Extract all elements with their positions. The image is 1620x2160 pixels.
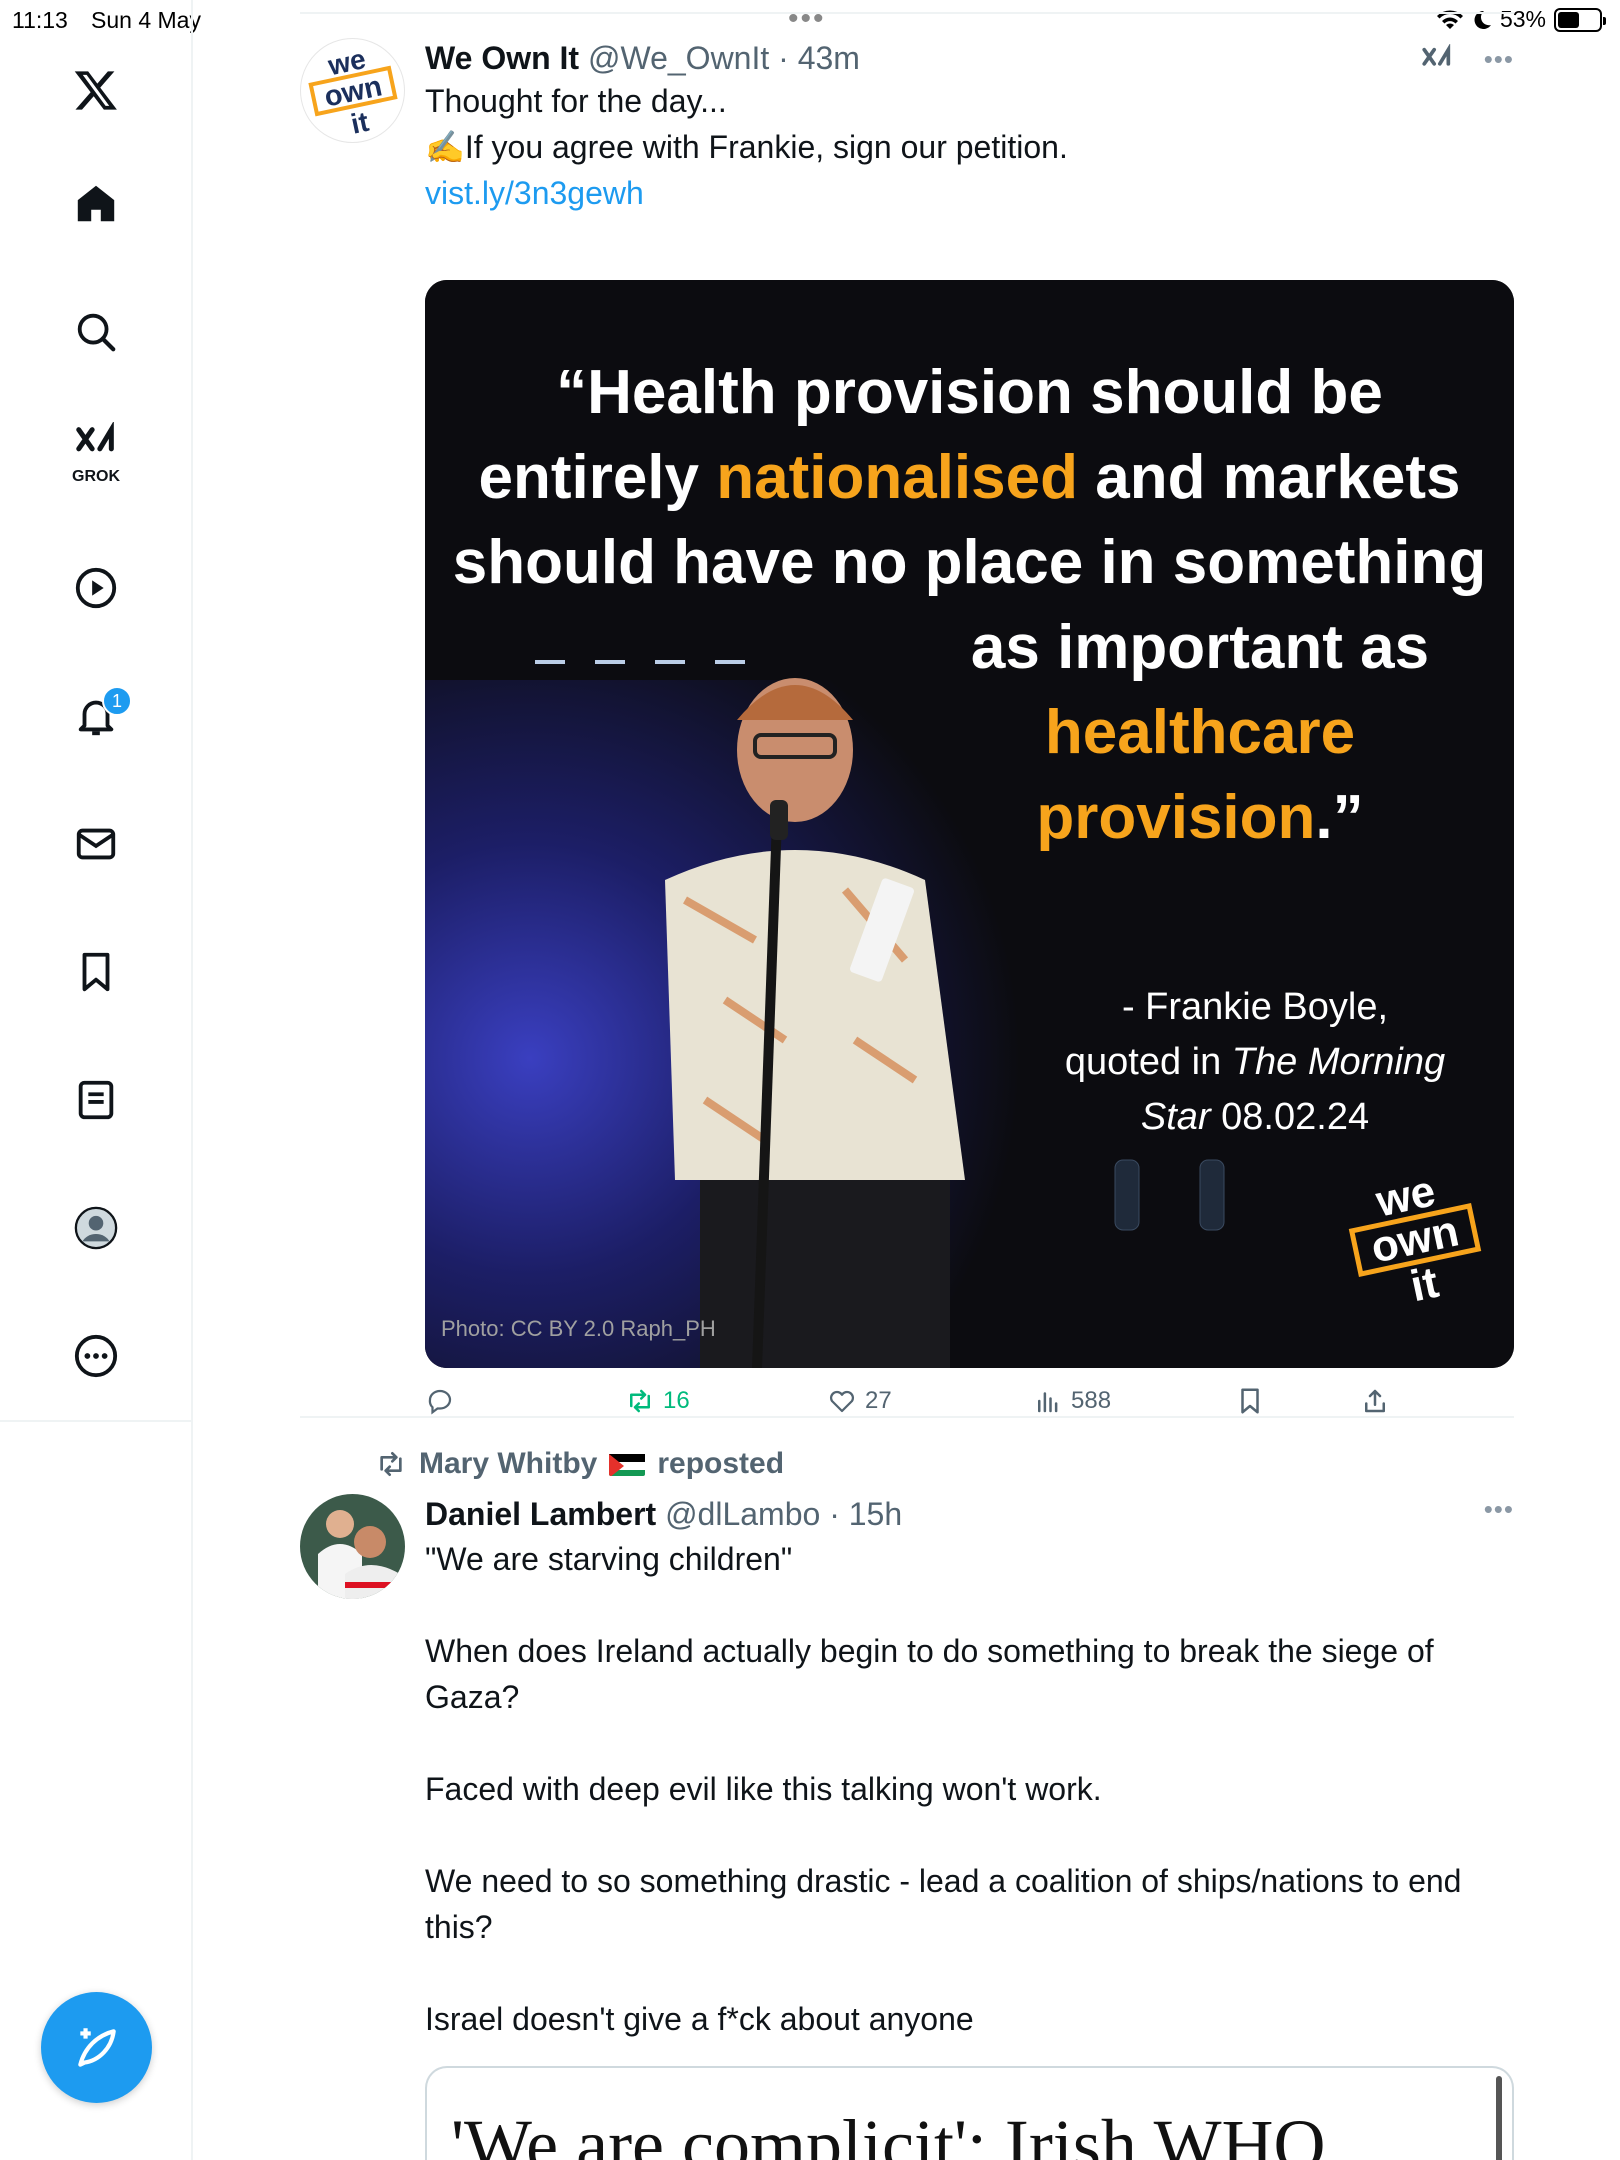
avatar[interactable] — [300, 1494, 405, 1599]
sidebar-divider — [0, 1420, 193, 1422]
search-icon — [77, 313, 116, 352]
svg-text:it: it — [1406, 1258, 1443, 1312]
tweet-actions: 16 27 588 — [425, 1386, 1514, 1426]
sidebar-item-bookmarks[interactable] — [66, 942, 126, 1002]
we-own-it-logo: we own it — [1348, 1166, 1482, 1312]
grok-icon[interactable] — [1420, 43, 1454, 78]
home-icon — [77, 185, 115, 222]
grok-label: GROK — [72, 468, 120, 485]
battery-fill — [1558, 11, 1580, 28]
tweet-header: Daniel Lambert @dlLambo · 15h — [425, 1494, 1514, 1534]
quote-line: as important as — [970, 613, 1430, 682]
feed-top-divider — [300, 12, 1514, 14]
status-bar: 11:13 Sun 4 May ••• 53% — [0, 0, 1620, 40]
grok-icon — [76, 422, 114, 452]
quote-line: provision.” — [1036, 783, 1364, 852]
quote-line: entirely nationalised and markets — [478, 443, 1461, 512]
repost-icon — [380, 1452, 402, 1476]
like-button[interactable]: 27 — [827, 1386, 892, 1416]
views-button[interactable]: 588 — [1033, 1386, 1111, 1416]
repost-button[interactable]: 16 — [625, 1386, 690, 1416]
heart-icon — [829, 1390, 855, 1413]
palestine-flag-icon — [609, 1452, 646, 1476]
avatar-icon — [74, 1206, 118, 1250]
link-preview-card[interactable]: 'We are complicit': Irish WHO — [425, 2066, 1514, 2160]
list-icon — [78, 1080, 114, 1120]
tweet-header: We Own It @We_OwnIt · 43m — [425, 38, 1514, 78]
quote-line: “Health provision should be — [556, 358, 1383, 427]
reply-button[interactable] — [425, 1386, 455, 1416]
separator: · — [778, 40, 789, 76]
tweet-paragraph: Faced with deep evil like this talking w… — [425, 1771, 1102, 1807]
link-preview-headline: 'We are complicit': Irish WHO — [451, 2105, 1326, 2160]
quote-line: should have no place in something — [452, 528, 1487, 597]
sidebar-item-explore[interactable] — [66, 302, 126, 362]
multitasking-dots[interactable]: ••• — [788, 4, 826, 34]
tweet-image[interactable]: “Health provision should be entirely nat… — [425, 280, 1514, 1368]
tweet-more-button[interactable]: ••• — [1420, 43, 1514, 78]
sidebar-item-profile[interactable] — [66, 1198, 126, 1258]
compose-button[interactable] — [41, 1992, 152, 2103]
sidebar-item-video[interactable] — [66, 558, 126, 618]
x-logo-icon[interactable] — [66, 60, 126, 120]
repost-indicator[interactable]: Mary Whitby reposted — [375, 1447, 784, 1481]
avatar[interactable]: we own it — [300, 38, 405, 143]
bookmark-icon — [82, 952, 110, 992]
svg-text:it: it — [348, 106, 371, 140]
quote-line: healthcare — [1044, 698, 1356, 767]
tweet-daniel-lambert[interactable]: Daniel Lambert @dlLambo · 15h ••• "We ar… — [300, 1494, 1514, 2160]
notification-badge: 1 — [102, 686, 132, 716]
sidebar-item-lists[interactable] — [66, 1070, 126, 1130]
share-icon — [1365, 1389, 1385, 1413]
battery-percentage: 53% — [1499, 6, 1546, 32]
tweet-paragraph: "We are starving children" — [425, 1541, 793, 1577]
separator: · — [829, 1496, 840, 1532]
display-name[interactable]: We Own It — [425, 40, 579, 76]
sidebar-item-notifications[interactable]: 1 — [66, 686, 132, 746]
sidebar-item-home[interactable] — [66, 174, 126, 234]
mail-icon — [76, 828, 116, 860]
reply-icon — [428, 1389, 452, 1415]
photo-credit: Photo: CC BY 2.0 Raph_PH — [441, 1316, 716, 1341]
repost-label: reposted — [657, 1447, 785, 1480]
more-icon — [74, 1334, 118, 1378]
handle[interactable]: @We_OwnIt — [588, 40, 769, 76]
sidebar-item-more[interactable] — [66, 1326, 126, 1386]
sidebar: GROK 1 — [0, 0, 193, 2160]
tweet-we-own-it[interactable]: we own it We Own It @We_OwnIt · 43m ••• … — [300, 38, 1514, 1416]
timestamp[interactable]: 15h — [849, 1496, 902, 1532]
share-button[interactable] — [1360, 1386, 1390, 1416]
more-icon[interactable]: ••• — [1484, 44, 1514, 74]
tweet-link[interactable]: vist.ly/3n3gewh — [425, 170, 1514, 216]
display-name[interactable]: Daniel Lambert — [425, 1496, 656, 1532]
compose-icon — [77, 2027, 116, 2067]
quote-attribution: - Frankie Boyle, quoted in The Morning S… — [1064, 986, 1446, 1138]
view-count: 588 — [1071, 1387, 1112, 1414]
repost-icon — [630, 1389, 650, 1413]
tweet-text-line: Thought for the day... — [425, 83, 727, 119]
sidebar-item-grok[interactable]: GROK — [66, 422, 126, 485]
play-icon — [75, 567, 117, 609]
reposter-name[interactable]: Mary Whitby — [419, 1447, 597, 1481]
handle[interactable]: @dlLambo — [665, 1496, 820, 1532]
bookmark-icon — [1241, 1388, 1259, 1414]
bookmark-button[interactable] — [1235, 1386, 1265, 1416]
sidebar-item-messages[interactable] — [66, 814, 126, 874]
like-count: 27 — [865, 1387, 892, 1414]
tweet-paragraph: When does Ireland actually begin to do s… — [425, 1633, 1434, 1715]
tweet-text-line: ✍️If you agree with Frankie, sign our pe… — [425, 129, 1068, 165]
tweet-paragraph: We need to so something drastic - lead a… — [425, 1863, 1462, 1945]
card-scrollbar — [1496, 2076, 1502, 2160]
more-icon[interactable]: ••• — [1484, 1494, 1514, 1524]
views-icon — [1038, 1392, 1058, 1413]
timestamp[interactable]: 43m — [798, 40, 860, 76]
tweet-paragraph: Israel doesn't give a f*ck about anyone — [425, 2001, 974, 2037]
battery-icon — [1554, 7, 1606, 32]
tweet-more-button[interactable]: ••• — [1484, 1494, 1514, 1525]
repost-count: 16 — [663, 1387, 690, 1414]
tweet-divider — [300, 1416, 1514, 1418]
